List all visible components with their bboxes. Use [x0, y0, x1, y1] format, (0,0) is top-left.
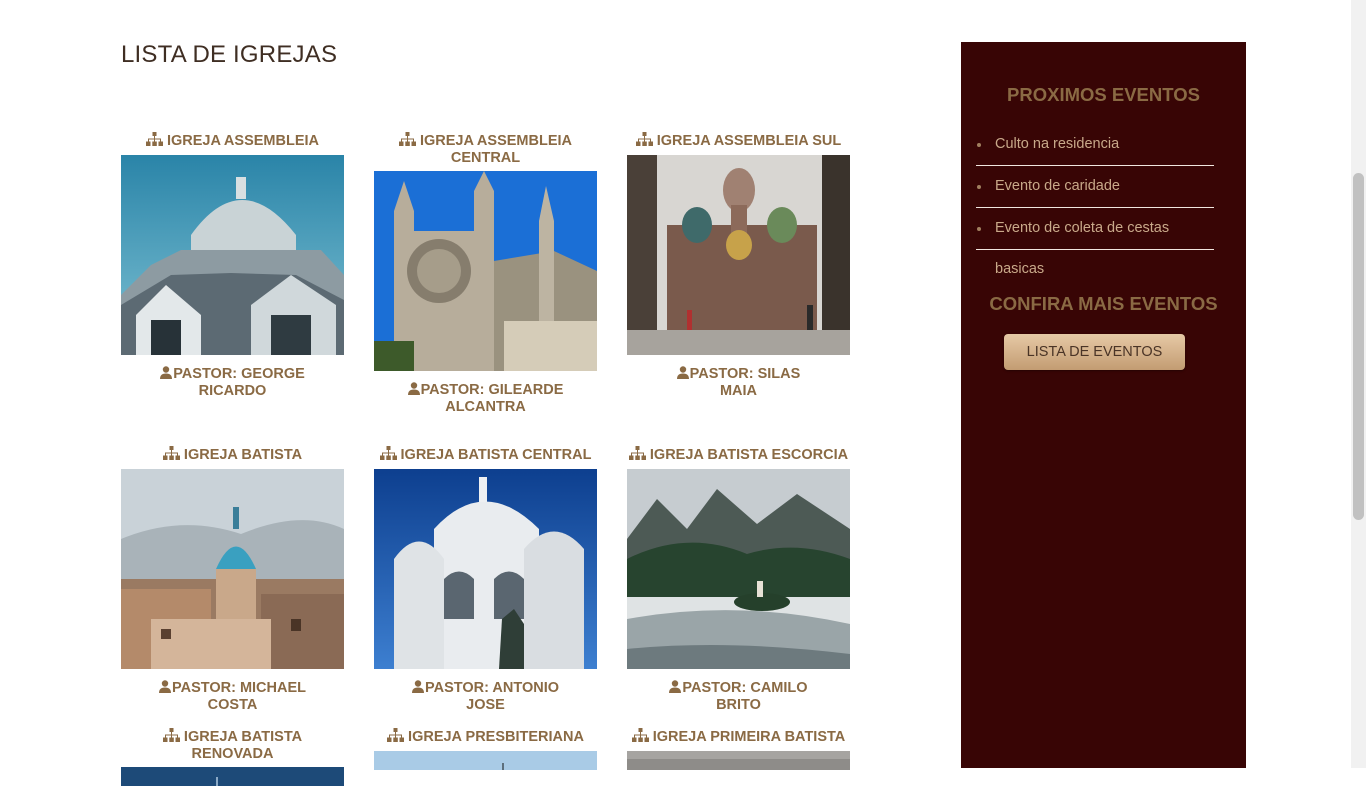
church-name[interactable]: IGREJA PRESBITERIANA [374, 728, 597, 746]
events-list: Culto na residencia Evento de caridade E… [976, 124, 1214, 277]
church-card[interactable]: IGREJA ASSEMBLEIA CENTRAL PASTOR: GILEAR… [374, 132, 597, 415]
user-icon [412, 680, 424, 697]
church-name[interactable]: IGREJA BATISTA CENTRAL [374, 446, 597, 464]
user-icon [160, 366, 173, 383]
page-title: LISTA DE IGREJAS [121, 41, 338, 68]
church-name[interactable]: IGREJA ASSEMBLEIA [121, 132, 344, 150]
church-network-icon [635, 132, 653, 150]
user-icon [669, 680, 682, 697]
church-network-icon [628, 446, 646, 464]
user-icon [676, 366, 689, 383]
church-photo[interactable] [627, 751, 850, 770]
event-item[interactable]: Evento de coleta de cestas basicas [976, 208, 1214, 277]
church-name-text: IGREJA BATISTA [183, 447, 303, 463]
page-scrollbar[interactable] [1351, 0, 1366, 768]
church-name-text: IGREJA PRESBITERIANA [408, 729, 584, 745]
pastor-name[interactable]: PASTOR: GEORGE RICARDO [121, 366, 344, 399]
church-card[interactable]: IGREJA BATISTA PASTOR: MICHAEL COSTA [121, 446, 344, 713]
church-network-icon [145, 132, 163, 150]
church-photo[interactable] [374, 751, 597, 770]
church-card[interactable]: IGREJA PRESBITERIANA [374, 728, 597, 770]
church-card[interactable]: IGREJA BATISTA ESCORCIA PASTOR: CAMILO B… [627, 446, 850, 713]
church-name-text: IGREJA PRIMEIRA BATISTA [652, 729, 846, 745]
church-name-text: IGREJA BATISTA CENTRAL [400, 447, 592, 463]
pastor-name-text: PASTOR: GILEARDE ALCANTRA [420, 382, 564, 415]
user-icon [159, 680, 171, 697]
church-photo[interactable] [121, 155, 344, 355]
event-item[interactable]: Evento de caridade [976, 166, 1214, 208]
scrollbar-thumb[interactable] [1353, 173, 1364, 520]
church-network-icon [398, 132, 416, 150]
events-heading: PROXIMOS EVENTOS [1007, 84, 1200, 105]
more-events-heading: CONFIRA MAIS EVENTOS [989, 293, 1218, 314]
church-name-text: IGREJA ASSEMBLEIA SUL [656, 133, 842, 149]
pastor-name[interactable]: PASTOR: GILEARDE ALCANTRA [374, 382, 597, 415]
church-name[interactable]: IGREJA ASSEMBLEIA SUL [627, 132, 850, 150]
church-card[interactable]: IGREJA BATISTA RENOVADA [121, 728, 344, 786]
pastor-name-text: PASTOR: CAMILO BRITO [682, 680, 808, 713]
church-network-icon [162, 728, 180, 746]
pastor-name[interactable]: PASTOR: CAMILO BRITO [627, 680, 850, 713]
pastor-name-text: PASTOR: GEORGE RICARDO [173, 366, 305, 399]
church-network-icon [631, 728, 649, 746]
pastor-name[interactable]: PASTOR: SILAS MAIA [627, 366, 850, 399]
events-list-button[interactable]: LISTA DE EVENTOS [1004, 334, 1185, 370]
church-name[interactable]: IGREJA ASSEMBLEIA CENTRAL [374, 132, 597, 166]
user-icon [407, 382, 420, 399]
church-name[interactable]: IGREJA PRIMEIRA BATISTA [627, 728, 850, 746]
church-name-text: IGREJA ASSEMBLEIA CENTRAL [419, 133, 572, 166]
pastor-name[interactable]: PASTOR: ANTONIO JOSE [374, 680, 597, 713]
pastor-name[interactable]: PASTOR: MICHAEL COSTA [121, 680, 344, 713]
church-photo[interactable] [374, 171, 597, 371]
church-name-text: IGREJA BATISTA ESCORCIA [649, 447, 849, 463]
church-photo[interactable] [627, 155, 850, 355]
church-photo[interactable] [374, 469, 597, 669]
church-card[interactable]: IGREJA ASSEMBLEIA SUL PASTOR: SILAS MAIA [627, 132, 850, 399]
church-photo[interactable] [121, 767, 344, 786]
pastor-name-text: PASTOR: SILAS MAIA [689, 366, 801, 399]
church-name[interactable]: IGREJA BATISTA [121, 446, 344, 464]
church-card[interactable]: IGREJA PRIMEIRA BATISTA [627, 728, 850, 770]
pastor-name-text: PASTOR: ANTONIO JOSE [425, 680, 559, 713]
church-photo[interactable] [627, 469, 850, 669]
church-name[interactable]: IGREJA BATISTA RENOVADA [121, 728, 344, 762]
pastor-name-text: PASTOR: MICHAEL COSTA [172, 680, 306, 713]
church-name-text: IGREJA ASSEMBLEIA [166, 133, 319, 149]
church-network-icon [162, 446, 180, 464]
event-item[interactable]: Culto na residencia [976, 124, 1214, 166]
events-sidebar: PROXIMOS EVENTOS Culto na residencia Eve… [961, 42, 1246, 768]
church-photo[interactable] [121, 469, 344, 669]
church-network-icon [379, 446, 397, 464]
church-card[interactable]: IGREJA ASSEMBLEIA PASTOR: GEORGE RICARDO [121, 132, 344, 399]
church-name-text: IGREJA BATISTA RENOVADA [183, 729, 303, 762]
church-name[interactable]: IGREJA BATISTA ESCORCIA [627, 446, 850, 464]
church-card[interactable]: IGREJA BATISTA CENTRAL PASTOR: ANTONIO J… [374, 446, 597, 713]
church-network-icon [387, 728, 405, 746]
